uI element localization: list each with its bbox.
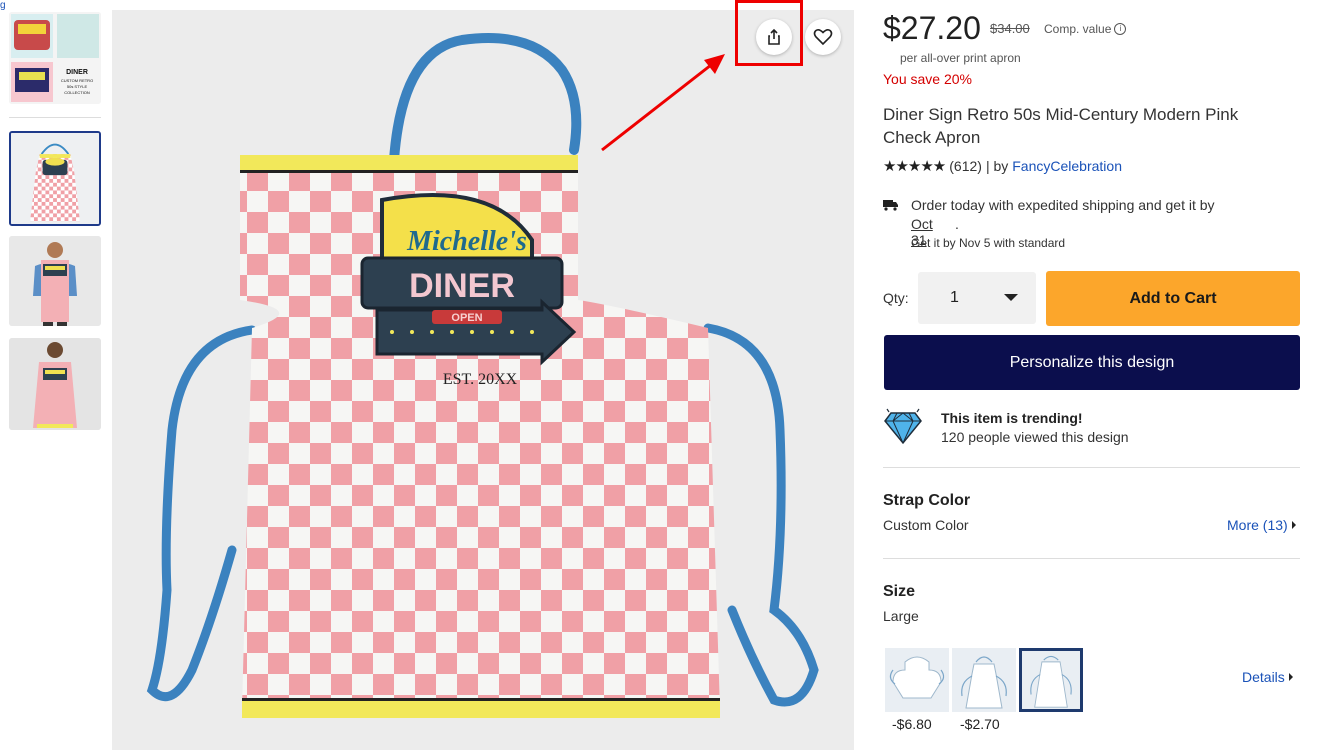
size-price-medium: -$2.70	[960, 716, 1000, 732]
thumb-text-1: DINER	[66, 69, 88, 76]
standard-shipping: Get it by Nov 5 with standard	[911, 236, 1066, 250]
comp-value-text: Comp. value	[1044, 22, 1112, 36]
thumb-text-4: COLLECTION	[64, 90, 90, 95]
chevron-down-icon	[1004, 294, 1018, 301]
apron-sign-text: DINER	[409, 267, 515, 305]
shipping-line: Order today with expedited shipping and …	[911, 197, 1215, 213]
thumbnail-apron-front[interactable]	[9, 131, 101, 226]
corner-mark: ɡ	[0, 0, 6, 11]
apron-open-text: OPEN	[451, 312, 482, 324]
product-title: Diner Sign Retro 50s Mid-Century Modern …	[883, 105, 1239, 147]
price-per-unit: per all-over print apron	[900, 51, 1021, 65]
divider	[883, 558, 1300, 559]
favorite-button[interactable]	[805, 19, 841, 55]
heart-icon	[813, 29, 833, 46]
truck-icon	[883, 200, 898, 211]
rating-row: ★★★★★ (612) | by FancyCelebration	[883, 157, 1122, 175]
thumb-text-2: CUSTOM RETRO	[61, 78, 93, 83]
caret-right-icon	[1288, 673, 1293, 681]
thumbnail-model-man[interactable]	[9, 236, 101, 326]
current-price: $27.20	[883, 10, 981, 46]
add-to-cart-button[interactable]: Add to Cart	[1046, 271, 1300, 326]
savings-text: You save 20%	[883, 71, 972, 87]
size-details-label: Details	[1242, 669, 1285, 685]
trending-title: This item is trending!	[941, 410, 1083, 426]
strap-color-value: Custom Color	[883, 517, 969, 533]
main-product-image[interactable]: Michelle's DINER OPEN EST. 20XX	[112, 10, 854, 750]
quantity-label: Qty:	[883, 290, 909, 306]
personalize-button[interactable]: Personalize this design	[884, 335, 1300, 390]
size-option-large[interactable]	[1019, 648, 1083, 712]
original-price: $34.00	[990, 21, 1030, 36]
size-option-medium[interactable]	[952, 648, 1016, 712]
size-option-small[interactable]	[885, 648, 949, 712]
info-icon: i	[1114, 23, 1127, 35]
divider	[883, 467, 1300, 468]
apron-name-text: Michelle's	[406, 226, 527, 257]
size-heading: Size	[883, 583, 916, 600]
thumbnail-collection[interactable]: DINER CUSTOM RETRO 50s STYLE COLLECTION	[9, 12, 101, 104]
comp-value-label[interactable]: Comp. value i	[1044, 22, 1127, 36]
diamond-icon	[884, 408, 922, 445]
more-strap-colors-label: More (13)	[1227, 517, 1288, 533]
trending-subtitle: 120 people viewed this design	[941, 429, 1129, 445]
shipping-period: .	[955, 216, 959, 232]
thumb-text-3: 50s STYLE	[67, 84, 88, 89]
by-label: | by	[985, 158, 1009, 174]
apron-est-text: EST. 20XX	[443, 371, 518, 388]
thumbnail-model-woman[interactable]	[9, 338, 101, 430]
size-value: Large	[883, 608, 919, 624]
seller-link[interactable]: FancyCelebration	[1012, 158, 1122, 174]
rating-count[interactable]: (612)	[949, 158, 982, 174]
strap-color-heading: Strap Color	[883, 492, 971, 509]
caret-right-icon	[1291, 521, 1296, 529]
quantity-value: 1	[950, 289, 959, 306]
size-details-link[interactable]: Details	[1242, 669, 1293, 685]
rating-stars[interactable]: ★★★★★	[883, 157, 946, 175]
annotation-highlight-box	[735, 0, 803, 66]
more-strap-colors-link[interactable]: More (13)	[1227, 517, 1296, 533]
quantity-select[interactable]: 1	[918, 272, 1036, 324]
size-price-small: -$6.80	[892, 716, 932, 732]
thumbnail-divider	[9, 117, 101, 118]
